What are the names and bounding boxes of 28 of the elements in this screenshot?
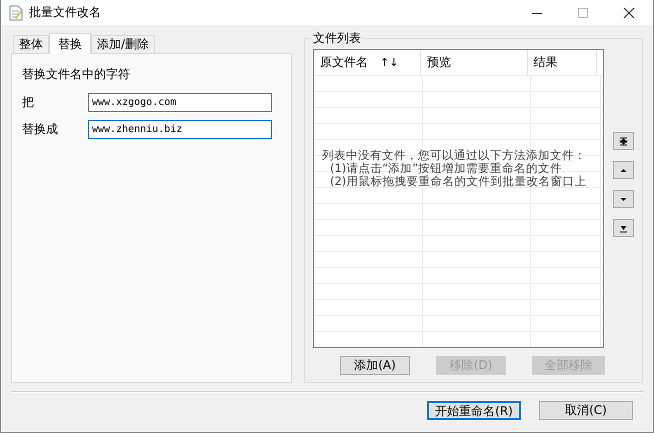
tab[interactable]: 添加/删除 xyxy=(91,35,156,53)
section-heading: 替换文件名中的字符 xyxy=(22,66,131,83)
move-up-button[interactable] xyxy=(613,161,634,179)
empty-list-message: (1)请点击“添加”按钮增加需要重命名的文件 xyxy=(329,162,564,175)
dialog-button[interactable]: 开始重命名(R) xyxy=(427,401,521,420)
group-title: 文件列表 xyxy=(311,30,363,47)
field-label: 替换成 xyxy=(22,121,59,138)
move-top-button[interactable] xyxy=(613,132,634,150)
tab[interactable]: 替换 xyxy=(49,33,91,54)
column-header[interactable]: 结果 xyxy=(528,50,597,75)
close-icon[interactable] xyxy=(623,6,635,18)
input-field[interactable]: www.xzgogo.com xyxy=(88,93,272,112)
move-bottom-button[interactable] xyxy=(613,219,634,237)
bar-triangle-icon xyxy=(619,224,628,232)
column-header[interactable]: 原文件名 ↑↓ xyxy=(314,50,421,75)
field-label: 把 xyxy=(22,94,35,111)
input-field[interactable]: www.zhenniu.biz xyxy=(88,120,272,139)
column-header[interactable]: 预览 xyxy=(420,50,528,75)
dialog-button[interactable]: 取消(C) xyxy=(539,401,633,420)
list-button[interactable]: 添加(A) xyxy=(340,356,410,375)
empty-list-message: (2)用鼠标拖拽要重命名的文件到批量改名窗口上 xyxy=(329,175,586,188)
sort-icon[interactable]: ↑↓ xyxy=(380,56,398,69)
bar-triangle-icon xyxy=(619,136,628,146)
window-title: 批量文件改名 xyxy=(29,4,101,21)
empty-list-message: 列表中没有文件，您可以通过以下方法添加文件： xyxy=(322,149,586,162)
document-icon xyxy=(9,4,23,20)
move-down-button[interactable] xyxy=(613,190,634,208)
tab[interactable]: 整体 xyxy=(13,35,49,53)
